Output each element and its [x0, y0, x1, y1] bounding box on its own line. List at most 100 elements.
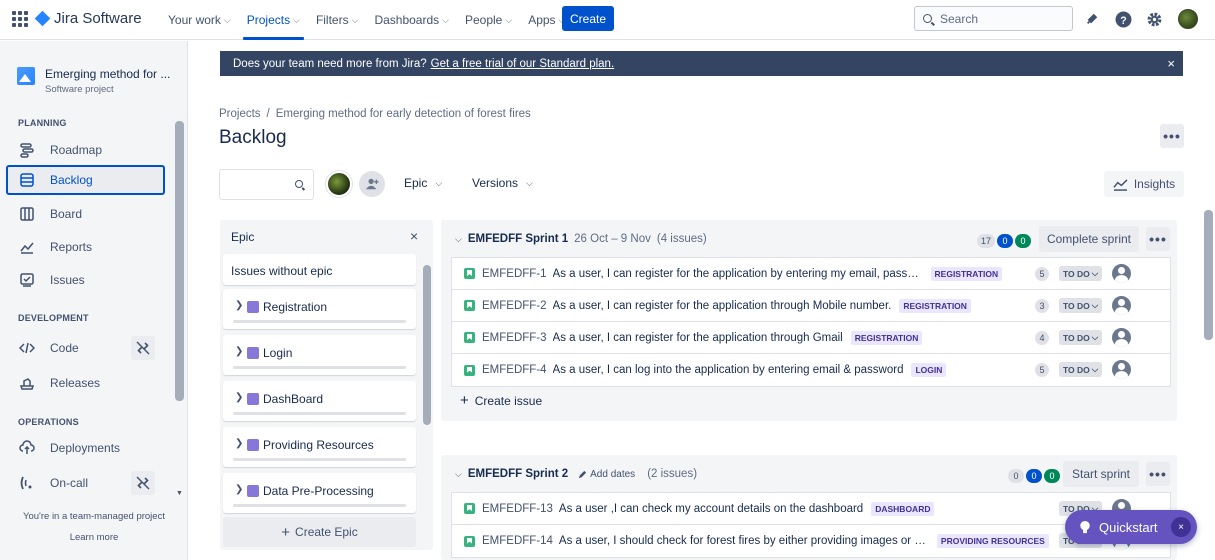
sidebar-item-reports[interactable]: Reports	[6, 232, 165, 262]
issue-key[interactable]: EMFEDFF-4	[482, 364, 547, 376]
notifications-icon[interactable]	[1083, 10, 1101, 28]
epic-item[interactable]: ❯ DashBoard	[223, 381, 416, 421]
close-icon[interactable]: ×	[1167, 56, 1175, 71]
issue-key[interactable]: EMFEDFF-1	[482, 268, 547, 280]
insights-button[interactable]: Insights	[1104, 171, 1184, 197]
issue-row[interactable]: EMFEDFF-2 As a user, I can register for …	[452, 290, 1170, 322]
issues-without-epic[interactable]: Issues without epic	[223, 254, 416, 285]
sprint-more-button[interactable]: •••	[1146, 227, 1170, 251]
status-dropdown[interactable]: TO DO⌵	[1059, 362, 1103, 377]
main-scrollbar[interactable]	[1204, 210, 1213, 340]
issue-summary: As a user, I should check for forest fir…	[558, 535, 929, 547]
quickstart-button[interactable]: Quickstart ×	[1065, 510, 1197, 544]
free-trial-link[interactable]: Get a free trial of our Standard plan.	[431, 58, 614, 70]
sprint-more-button[interactable]: •••	[1146, 462, 1170, 486]
upgrade-banner: Does your team need more from Jira? Get …	[220, 51, 1183, 76]
create-epic-button[interactable]: + Create Epic	[223, 517, 416, 547]
unassigned-avatar[interactable]	[1112, 360, 1131, 379]
issue-key[interactable]: EMFEDFF-13	[482, 503, 553, 515]
complete-sprint-button[interactable]: Complete sprint	[1039, 226, 1139, 252]
add-people-button[interactable]	[359, 171, 385, 197]
jira-logo-icon	[34, 10, 51, 27]
add-dates-button[interactable]: Add dates	[578, 469, 635, 480]
done-count: 0	[1044, 469, 1060, 483]
issue-row[interactable]: EMFEDFF-13 As a user ,I can check my acc…	[452, 493, 1170, 525]
nav-your-work[interactable]: Your work ⌵	[160, 0, 239, 40]
chevron-right-icon[interactable]: ❯	[235, 392, 243, 403]
story-points[interactable]: 5	[1035, 267, 1049, 281]
sidebar-scrollbar[interactable]	[175, 121, 184, 401]
sidebar-item-deployments[interactable]: Deployments	[6, 433, 165, 463]
sidebar-item-code[interactable]: Code	[6, 333, 165, 363]
sprint-header[interactable]: ⌵ EMFEDFF Sprint 2 Add dates (2 issues)	[455, 468, 697, 480]
unassigned-avatar[interactable]	[1112, 264, 1131, 283]
chevron-right-icon[interactable]: ❯	[235, 346, 243, 357]
nav-projects[interactable]: Projects ⌵	[239, 0, 308, 40]
jira-logo[interactable]: Jira Software	[34, 10, 142, 27]
issues-without-epic-label: Issues without epic	[231, 264, 333, 278]
issue-row[interactable]: EMFEDFF-4 As a user, I can log into the …	[452, 354, 1170, 386]
chevron-down-icon[interactable]: ⌵	[455, 234, 462, 245]
project-header[interactable]: Emerging method for ... Software project	[17, 67, 170, 95]
connect-code-icon[interactable]	[131, 336, 155, 360]
user-filter-avatar[interactable]	[326, 171, 352, 197]
search-input[interactable]: Search	[914, 6, 1073, 31]
help-icon[interactable]: ?	[1114, 10, 1132, 28]
epic-item[interactable]: ❯ Providing Resources	[223, 427, 416, 467]
story-points[interactable]: 3	[1035, 299, 1049, 313]
status-dropdown[interactable]: TO DO⌵	[1059, 266, 1103, 281]
sprint-issue-list: EMFEDFF-13 As a user ,I can check my acc…	[451, 492, 1171, 558]
status-dropdown[interactable]: TO DO⌵	[1059, 330, 1103, 345]
sidebar-item-roadmap[interactable]: Roadmap	[6, 135, 165, 165]
epic-filter-label: Epic	[404, 176, 428, 190]
sidebar-item-backlog[interactable]: Backlog	[6, 165, 165, 195]
sprint-header[interactable]: ⌵ EMFEDFF Sprint 1 26 Oct – 9 Nov (4 iss…	[455, 233, 707, 245]
profile-avatar[interactable]	[1178, 9, 1198, 29]
connect-on-call-icon[interactable]	[131, 471, 155, 495]
app-switcher-icon[interactable]	[12, 11, 28, 27]
breadcrumb-project[interactable]: Emerging method for early detection of f…	[276, 108, 531, 120]
epic-panel-scrollbar[interactable]	[423, 265, 431, 425]
chevron-right-icon[interactable]: ❯	[235, 300, 243, 311]
create-button[interactable]: Create	[562, 6, 614, 31]
sidebar-item-board[interactable]: Board	[6, 199, 165, 229]
settings-gear-icon[interactable]	[1145, 10, 1163, 28]
unassigned-avatar[interactable]	[1112, 296, 1131, 315]
issue-row[interactable]: EMFEDFF-1 As a user, I can register for …	[452, 258, 1170, 290]
epic-filter-dropdown[interactable]: Epic ⌵	[404, 176, 442, 190]
issue-key[interactable]: EMFEDFF-14	[482, 535, 553, 547]
issue-row[interactable]: EMFEDFF-14 As a user, I should check for…	[452, 525, 1170, 557]
nav-dashboards[interactable]: Dashboards ⌵	[366, 0, 457, 40]
nav-people[interactable]: People ⌵	[457, 0, 520, 40]
close-icon[interactable]: ×	[1171, 517, 1191, 537]
issue-key[interactable]: EMFEDFF-3	[482, 332, 547, 344]
sidebar-item-on-call[interactable]: On-call	[6, 468, 165, 498]
versions-filter-dropdown[interactable]: Versions ⌵	[472, 176, 533, 190]
chevron-down-icon[interactable]: ⌵	[455, 469, 462, 480]
breadcrumb-projects[interactable]: Projects	[219, 108, 261, 120]
status-dropdown[interactable]: TO DO⌵	[1059, 298, 1103, 313]
chevron-right-icon[interactable]: ❯	[235, 484, 243, 495]
close-epic-panel-icon[interactable]: ×	[410, 228, 418, 244]
chevron-right-icon[interactable]: ❯	[235, 438, 243, 449]
sidebar-item-issues[interactable]: Issues	[6, 265, 165, 295]
issue-key[interactable]: EMFEDFF-2	[482, 300, 547, 312]
sidebar-item-label: Deployments	[50, 441, 121, 455]
epic-item[interactable]: ❯ Data Pre-Processing	[223, 473, 416, 513]
start-sprint-button[interactable]: Start sprint	[1063, 461, 1139, 487]
page-more-button[interactable]: •••	[1160, 124, 1184, 148]
sidebar-item-releases[interactable]: Releases	[6, 368, 165, 398]
scroll-down-icon[interactable]: ▼	[176, 490, 183, 497]
story-points[interactable]: 5	[1035, 363, 1049, 377]
create-issue-button[interactable]: + Create issue	[460, 392, 542, 409]
learn-more-link[interactable]: Learn more	[0, 532, 188, 543]
epic-item[interactable]: ❯ Login	[223, 335, 416, 375]
nav-filters[interactable]: Filters ⌵	[308, 0, 367, 40]
story-icon	[464, 300, 475, 311]
issue-row[interactable]: EMFEDFF-3 As a user, I can register for …	[452, 322, 1170, 354]
story-points[interactable]: 4	[1035, 331, 1049, 345]
backlog-search-input[interactable]	[219, 169, 314, 200]
unassigned-avatar[interactable]	[1112, 328, 1131, 347]
epic-item[interactable]: ❯ Registration	[223, 289, 416, 329]
insights-chart-icon	[1113, 178, 1128, 191]
